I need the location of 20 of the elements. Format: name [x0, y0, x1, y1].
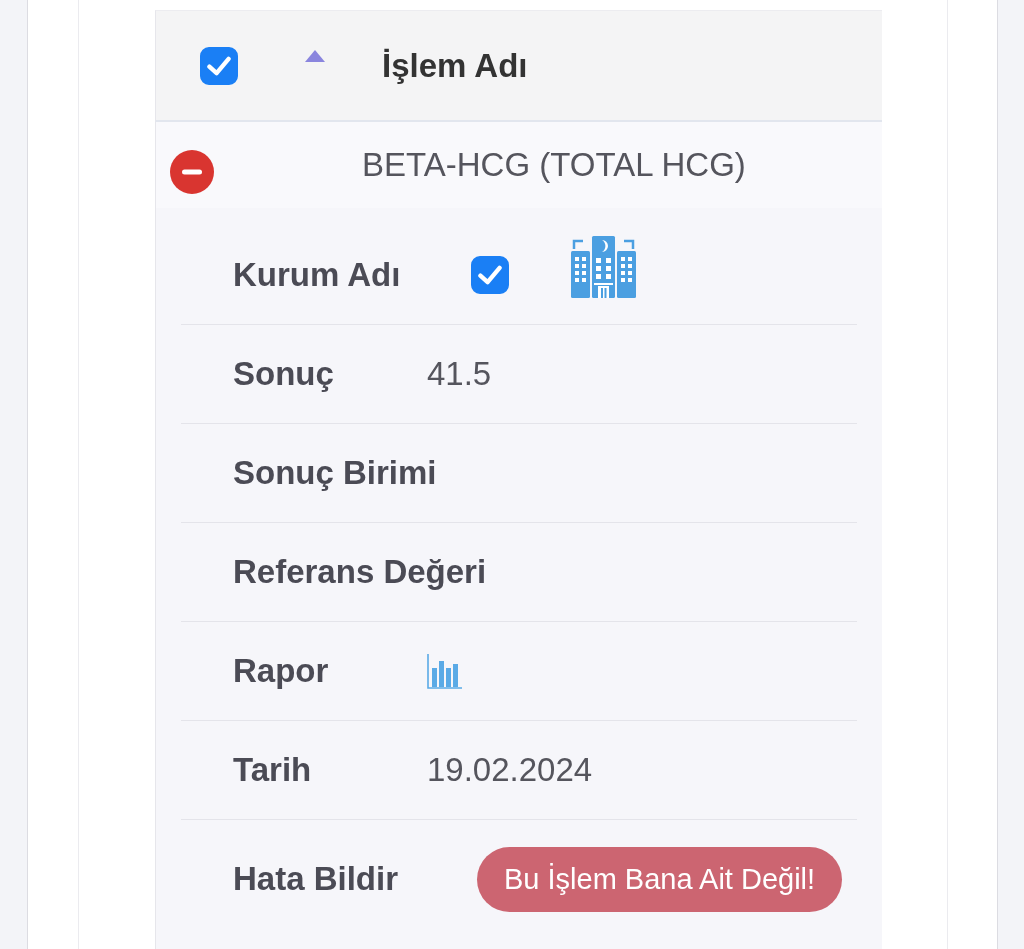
checkmark-icon	[207, 55, 231, 76]
field-label: Sonuç Birimi	[233, 454, 437, 492]
field-label: Tarih	[233, 751, 313, 789]
column-header[interactable]: İşlem Adı	[382, 46, 528, 85]
field-label: Sonuç	[233, 355, 335, 393]
checkmark-icon	[478, 265, 502, 285]
collapse-icon[interactable]	[170, 150, 214, 194]
field-value: 19.02.2024	[427, 751, 593, 789]
field-label: Kurum Adı	[233, 256, 402, 294]
field-value: 41.5	[427, 355, 492, 393]
report-error-button[interactable]: Bu İşlem Bana Ait Değil!	[477, 846, 843, 912]
institution-checkbox[interactable]	[471, 256, 509, 294]
table-row[interactable]: BETA-HCG (TOTAL HCG)	[155, 122, 882, 208]
field-label: Hata Bildir	[233, 860, 400, 898]
field-label: Rapor	[233, 652, 330, 690]
field-label: Referans Değeri	[233, 553, 487, 591]
select-all-checkbox[interactable]	[200, 46, 238, 85]
bar-chart-icon[interactable]	[427, 653, 462, 689]
sort-icon[interactable]	[305, 50, 325, 62]
procedure-name: BETA-HCG (TOTAL HCG)	[362, 146, 746, 184]
